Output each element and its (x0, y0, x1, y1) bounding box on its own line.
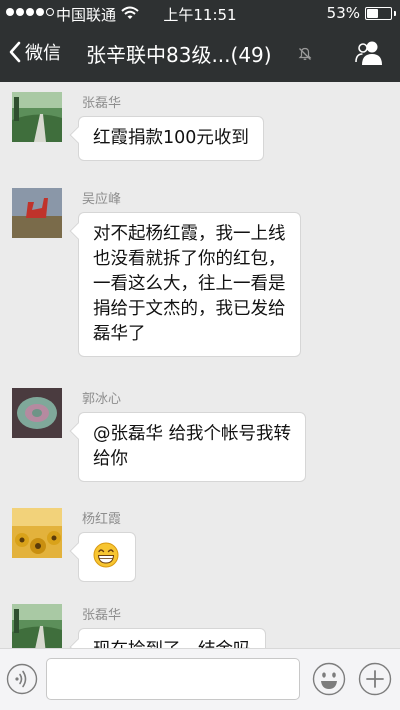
group-members-icon[interactable] (354, 39, 384, 71)
message-text-line: 捐给于文杰的，我已发给 (93, 299, 286, 319)
grinning-face-emoji (93, 542, 119, 568)
sender-name: 杨红霞 (82, 512, 122, 527)
message-text-line: 红霞捐款100元收到 (93, 128, 249, 148)
battery-percent: 53% (326, 4, 360, 22)
avatar[interactable] (12, 92, 62, 142)
battery-icon (365, 7, 392, 20)
message-bubble[interactable]: 红霞捐款100元收到 (78, 116, 264, 161)
add-attachment-button[interactable] (358, 662, 392, 700)
message-text-line: 对不起杨红霞，我一上线 (93, 224, 286, 244)
message-text-line: @张磊华 给我个帐号我转 (93, 424, 292, 444)
message-text-line: 磊华了 (93, 324, 146, 344)
chat-nav-bar: 微信 张辛联中83级...(49) (0, 26, 400, 82)
sender-name: 吴应峰 (82, 192, 122, 207)
message-bubble[interactable] (78, 532, 136, 582)
back-button[interactable]: 微信 (8, 39, 61, 65)
avatar[interactable] (12, 508, 62, 558)
battery-level-fill (367, 9, 379, 18)
avatar[interactable] (12, 388, 62, 438)
back-button-label: 微信 (25, 43, 61, 64)
emoji-button[interactable] (312, 662, 346, 700)
message-bubble[interactable]: 对不起杨红霞，我一上线 也没看就拆了你的红包， 一看这么大，往上一看是 捐给于文… (78, 212, 301, 357)
status-bar: 中国联通 上午11:51 53% (0, 0, 400, 26)
input-bar (0, 648, 400, 710)
message-text-line: 给你 (93, 449, 128, 469)
message-bubble[interactable]: 现在捡到了，结余吗 (78, 628, 266, 648)
message-list[interactable]: 张磊华 红霞捐款100元收到 吴应峰 对不起杨红霞，我一上线 也没看就拆了你的红… (0, 82, 400, 648)
message-bubble[interactable]: @张磊华 给我个帐号我转 给你 (78, 412, 307, 482)
plus-icon (358, 662, 392, 696)
message-text-line: 现在捡到了，结余吗 (93, 638, 251, 648)
emoji-icon (312, 662, 346, 696)
avatar[interactable] (12, 188, 62, 238)
mute-icon (298, 46, 312, 65)
message-input[interactable] (46, 658, 300, 700)
chevron-left-icon (9, 41, 21, 63)
chat-title: 张辛联中83级...(49) (86, 43, 272, 67)
voice-icon (6, 663, 38, 695)
avatar[interactable] (12, 604, 62, 648)
voice-button[interactable] (6, 663, 38, 699)
sender-name: 张磊华 (82, 608, 122, 623)
battery-tip (394, 11, 396, 16)
sender-name: 张磊华 (82, 96, 122, 111)
sender-name: 郭冰心 (82, 392, 122, 407)
top-bar: 中国联通 上午11:51 53% 微信 张辛联中83级...(49) (0, 0, 400, 82)
message-text-line: 一看这么大，往上一看是 (93, 274, 286, 294)
message-text-line: 也没看就拆了你的红包， (93, 249, 286, 269)
